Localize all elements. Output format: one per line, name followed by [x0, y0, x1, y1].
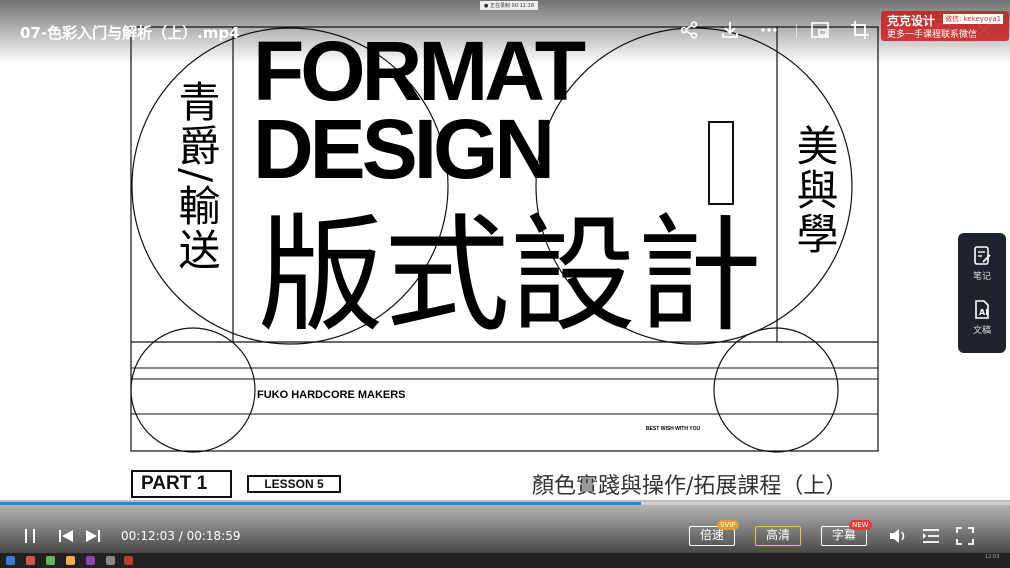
taskbar-app-icon[interactable] — [124, 556, 133, 565]
transcript-icon: AI — [975, 300, 989, 319]
poster-wish: BEST WISH WITH YOU — [646, 426, 701, 432]
poster-makers: FUKO HARDCORE MAKERS — [257, 389, 406, 401]
watermark-badge: 克克设计 微信: kekeyoya1 更多一手课程联系微信 — [881, 11, 1009, 41]
poster-lesson-label: LESSON 5 — [247, 475, 341, 493]
watermark-slogan: 更多一手课程联系微信 — [887, 30, 978, 40]
next-button[interactable] — [85, 528, 101, 548]
fullscreen-button[interactable] — [955, 526, 975, 550]
transcript-button[interactable]: AI 文稿 — [958, 299, 1006, 336]
taskbar-app-icon[interactable] — [106, 556, 115, 565]
poster-right-vertical-text: 美與學 — [790, 124, 839, 256]
recording-tag: ● 正在录制 00:11:18 — [480, 1, 538, 10]
taskbar-app-icon[interactable] — [46, 556, 55, 565]
poster-left-vertical-text: 青爵/輸送 — [172, 80, 221, 273]
picture-in-picture-icon[interactable] — [809, 20, 831, 42]
taskbar-app-icon[interactable] — [86, 556, 95, 565]
progress-bar[interactable] — [0, 502, 1010, 505]
new-badge: NEW — [849, 520, 872, 530]
playlist-icon — [923, 529, 939, 543]
poster-title-line2: DESIGN — [253, 102, 555, 196]
fullscreen-icon — [956, 527, 974, 545]
svip-badge: SVIP — [717, 520, 739, 530]
transcript-label: 文稿 — [972, 326, 991, 336]
taskbar-app-icon[interactable] — [26, 556, 35, 565]
previous-button[interactable] — [58, 528, 74, 548]
share-icon[interactable] — [678, 20, 700, 42]
notes-label: 笔记 — [972, 272, 991, 282]
video-frame[interactable]: FORMAT DESIGN 青爵/輸送 美與學 版式設計 FUKO HARDCO… — [0, 0, 1010, 568]
taskbar-clock: 12:03 — [985, 554, 1000, 560]
crop-icon[interactable] — [849, 20, 871, 42]
speed-label: 倍速 — [699, 528, 724, 542]
playlist-button[interactable] — [921, 526, 941, 550]
volume-button[interactable] — [888, 526, 908, 550]
quality-button[interactable]: 高清 — [755, 526, 801, 546]
more-icon[interactable] — [758, 20, 780, 42]
volume-icon — [890, 529, 905, 543]
taskbar — [0, 553, 1010, 568]
side-panel: 笔记 AI 文稿 — [958, 233, 1006, 353]
file-title: 07-色彩入门与解析（上）.mp4 — [20, 24, 240, 42]
svg-text:AI: AI — [979, 308, 988, 317]
taskbar-app-icon[interactable] — [6, 556, 15, 565]
poster-big-chinese: 版式設計 — [258, 202, 762, 349]
video-player: FORMAT DESIGN 青爵/輸送 美與學 版式設計 FUKO HARDCO… — [0, 0, 1010, 568]
pause-icon — [25, 529, 35, 543]
quality-label: 高清 — [765, 528, 790, 542]
download-icon[interactable] — [719, 20, 741, 42]
time-display: 00:12:03 / 00:18:59 — [121, 529, 241, 543]
notes-button[interactable]: 笔记 — [958, 245, 1006, 282]
notes-icon — [974, 246, 991, 265]
toolbar-divider — [796, 24, 797, 38]
poster-subtitle: 顏色實踐與操作/拓展課程（上） — [532, 474, 848, 499]
taskbar-app-icon[interactable] — [66, 556, 75, 565]
watermark-wechat: 微信: kekeyoya1 — [943, 14, 1004, 24]
previous-icon — [59, 530, 73, 542]
subtitle-label: 字幕 — [831, 528, 856, 542]
next-icon — [86, 530, 100, 542]
pause-button[interactable] — [22, 528, 38, 548]
progress-fill — [0, 502, 642, 505]
poster-part-label: PART 1 — [131, 470, 232, 498]
